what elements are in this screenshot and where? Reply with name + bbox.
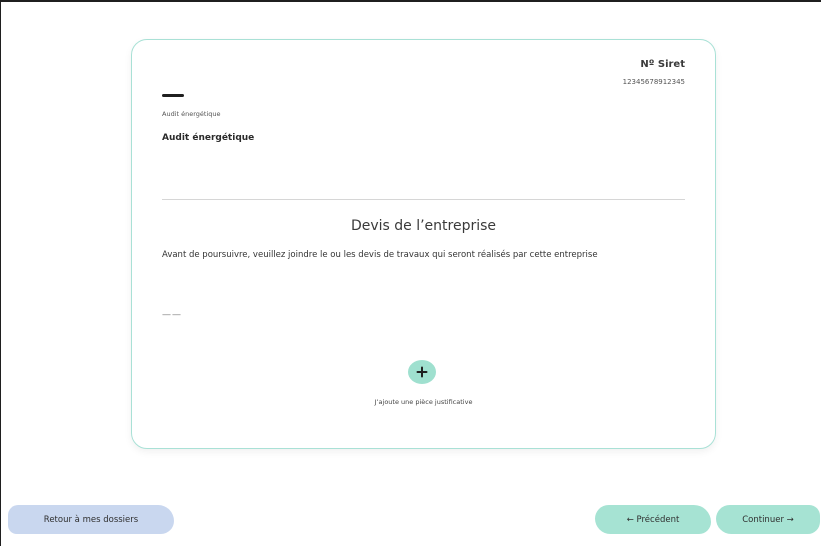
back-to-files-button[interactable]: Retour à mes dossiers bbox=[8, 505, 174, 534]
siret-value: 12345678912345 bbox=[622, 78, 685, 86]
plus-icon bbox=[416, 366, 428, 378]
add-document-label[interactable]: J’ajoute une pièce justificative bbox=[132, 398, 715, 406]
empty-documents-value: —— bbox=[162, 310, 182, 320]
company-card: Nº Siret 12345678912345 Audit énergétiqu… bbox=[131, 39, 716, 449]
instructions-text: Avant de poursuivre, veuillez joindre le… bbox=[162, 250, 598, 260]
category-title: Audit énergétique bbox=[162, 133, 255, 143]
add-document-button[interactable] bbox=[408, 360, 436, 384]
continue-button[interactable]: Continuer → bbox=[716, 505, 820, 534]
previous-button[interactable]: ← Précédent bbox=[595, 505, 711, 534]
siret-label: Nº Siret bbox=[640, 59, 685, 70]
category-small-label: Audit énergétique bbox=[162, 110, 221, 118]
divider bbox=[162, 199, 685, 200]
company-name-placeholder bbox=[162, 94, 184, 97]
section-title: Devis de l’entreprise bbox=[350, 218, 497, 234]
